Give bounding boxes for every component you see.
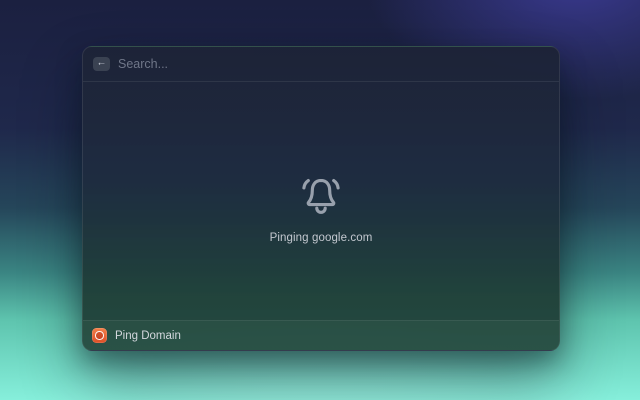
desktop-background: ← Pinging google.com Ping Domain [0,0,640,400]
status-view: Pinging google.com [83,82,559,320]
launcher-window: ← Pinging google.com Ping Domain [82,46,560,351]
search-input[interactable] [118,57,549,71]
back-arrow-icon: ← [96,57,107,69]
ping-ring-glyph [95,331,104,340]
status-text: Pinging google.com [269,232,373,244]
ping-extension-icon [92,328,107,343]
footer-bar: Ping Domain [83,320,559,350]
command-name: Ping Domain [115,329,181,342]
bell-icon [300,174,342,219]
back-button[interactable]: ← [93,57,110,71]
search-header: ← [83,47,559,82]
